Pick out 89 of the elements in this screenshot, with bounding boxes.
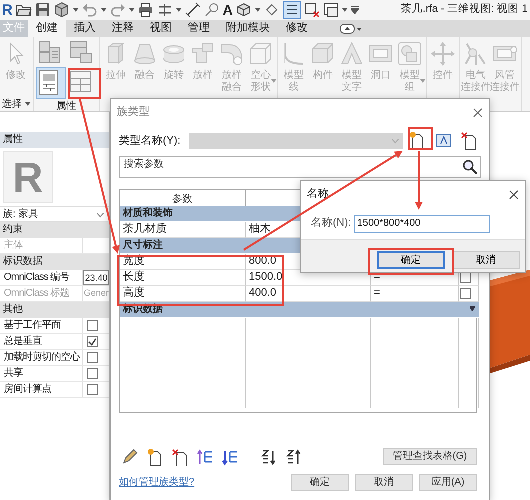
checkbox[interactable] — [87, 336, 98, 347]
chevron-icon — [392, 138, 399, 144]
move-up-icon[interactable] — [196, 448, 214, 466]
caret-icon — [254, 8, 261, 12]
undo-icon[interactable] — [82, 2, 98, 18]
highlight-box — [408, 127, 433, 150]
dialog-button[interactable]: 确定 — [377, 251, 445, 269]
app-logo[interactable]: R — [2, 2, 13, 18]
panel-toggle-icon[interactable] — [340, 24, 362, 34]
new-type-icon[interactable] — [146, 448, 164, 466]
window-list-icon[interactable] — [282, 1, 301, 19]
dialog-button[interactable]: 取消 — [452, 251, 520, 269]
caret-icon — [176, 8, 182, 12]
switch-windows-icon[interactable] — [322, 2, 339, 18]
delete-type-icon[interactable] — [171, 448, 189, 466]
sort-descending-icon[interactable] — [285, 448, 303, 466]
dialog-button[interactable]: 确定 — [291, 474, 349, 491]
field-label: 名称(N): — [311, 216, 352, 232]
checkbox[interactable] — [460, 288, 471, 299]
table-cell: 长度 — [120, 270, 246, 286]
pencil-icon[interactable] — [121, 448, 139, 466]
group-header: 约束 — [0, 222, 109, 238]
annotation-arrow — [415, 151, 423, 210]
dialog-button[interactable]: 取消 — [355, 474, 413, 491]
checkbox[interactable] — [460, 272, 471, 283]
group-icon — [397, 41, 423, 67]
preview-logo: R — [3, 151, 53, 203]
value-cell[interactable]: 400.0 — [246, 286, 371, 302]
checkbox[interactable] — [87, 352, 98, 363]
close-button[interactable] — [473, 108, 483, 118]
property-label: OmniClass 编号 — [0, 270, 84, 285]
dialog-title: 族类型 — [117, 105, 150, 120]
close-icon — [473, 108, 483, 118]
highlight-box — [68, 68, 101, 99]
cube-icon[interactable] — [54, 2, 70, 18]
chevron-icon — [97, 213, 104, 218]
caret-icon — [128, 8, 135, 12]
table-cell: 高度 — [120, 286, 246, 302]
align-icon[interactable] — [156, 2, 173, 18]
window-title: 茶几.rfa - 三维视图: 视图 1 — [400, 2, 528, 18]
manage-lookup-button[interactable]: 管理查找表格(G) — [383, 448, 477, 465]
group-header: 标识数据 — [0, 254, 109, 270]
name-field[interactable]: 1500*800*400 — [354, 214, 490, 232]
view-cube-icon[interactable] — [236, 2, 252, 18]
property-label: OmniClass 标题 — [0, 286, 83, 301]
table-cell: 茶几材质 — [120, 222, 246, 238]
property-label: 房间计算点 — [0, 382, 84, 397]
panel-folder-icon — [69, 40, 95, 66]
help-link[interactable]: 如何管理族类型? — [119, 475, 195, 490]
caret-icon — [72, 8, 79, 12]
property-value: Gener — [84, 288, 110, 298]
group-header: 其他 — [0, 302, 109, 318]
caret-icon — [342, 8, 348, 12]
close-hidden-icon[interactable] — [304, 2, 320, 18]
text-tool-button[interactable]: A — [222, 0, 233, 20]
save-icon[interactable] — [34, 2, 51, 18]
dimension-icon[interactable] — [184, 2, 201, 18]
dialog-title: 名称 — [307, 187, 329, 202]
search-icon[interactable] — [462, 159, 478, 175]
dialog-button[interactable]: 应用(A) — [419, 474, 477, 491]
triangle-outline-icon — [339, 41, 365, 67]
close-button[interactable] — [509, 190, 519, 200]
thin-lines-icon[interactable] — [264, 2, 280, 18]
wireframe-cube-icon — [248, 41, 274, 67]
panel-label: 属性 — [56, 100, 76, 114]
checkbox[interactable] — [87, 368, 98, 379]
panel-label: 选择 — [2, 98, 22, 112]
close-icon — [509, 190, 519, 200]
property-label: 总是垂直 — [0, 334, 84, 349]
check-icon — [88, 338, 98, 346]
group-name: 材质和装饰 — [123, 206, 173, 221]
field-label: 类型名称(Y): — [119, 134, 181, 149]
sort-ascending-icon[interactable] — [260, 448, 278, 466]
column-header: 参数 — [172, 192, 192, 206]
redo-icon[interactable] — [110, 2, 126, 18]
property-label: 基于工作平面 — [0, 318, 84, 333]
collapse-icon[interactable] — [470, 305, 475, 311]
checkbox[interactable] — [87, 384, 98, 395]
move-arrows-icon — [430, 41, 456, 67]
customize-icon[interactable] — [350, 6, 359, 14]
print-icon[interactable] — [138, 2, 154, 18]
palette-title: 属性 — [0, 132, 109, 148]
formula-text: = — [374, 287, 380, 299]
property-label: 共享 — [0, 366, 84, 381]
property-label: 加载时剪切的空心 — [0, 350, 84, 365]
caret-icon — [100, 8, 107, 12]
checkbox[interactable] — [87, 320, 98, 331]
property-label: 主体 — [0, 238, 84, 253]
group-name: 尺寸标注 — [123, 238, 163, 253]
